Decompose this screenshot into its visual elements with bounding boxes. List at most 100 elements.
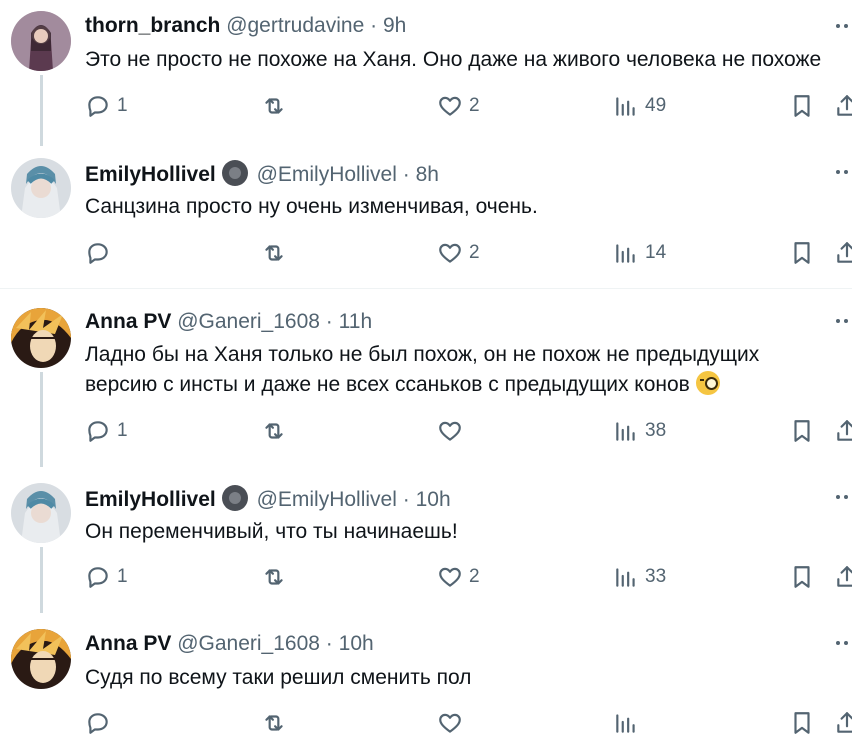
retweet-button[interactable] <box>261 710 287 736</box>
views-icon <box>616 97 635 116</box>
tweet[interactable]: thorn_branch @gertrudavine · 9h Это не п… <box>0 0 852 146</box>
timestamp[interactable]: 11h <box>339 310 372 333</box>
views-count: 38 <box>645 420 667 441</box>
share-button[interactable] <box>834 564 852 590</box>
views-icon <box>616 568 635 587</box>
reply-count: 1 <box>117 95 128 116</box>
tweet[interactable]: Anna PV @Ganeri_1608 · 10h Судя по всему… <box>0 613 852 734</box>
separator: · <box>325 632 333 655</box>
more-icon[interactable] <box>836 319 852 327</box>
verified-badge-icon <box>221 160 248 186</box>
like-button[interactable] <box>437 710 463 736</box>
like-icon <box>439 96 461 116</box>
reply-button[interactable]: 1 <box>85 418 128 444</box>
more-icon[interactable] <box>836 641 852 649</box>
like-button[interactable]: 2 <box>437 93 480 119</box>
retweet-button[interactable] <box>261 418 293 444</box>
separator: · <box>325 310 333 333</box>
reply-button[interactable] <box>85 240 117 266</box>
avatar-image <box>11 11 71 71</box>
retweet-icon <box>265 98 283 114</box>
views-count: 49 <box>645 95 667 116</box>
timestamp[interactable]: 8h <box>416 163 439 186</box>
like-button[interactable]: 2 <box>437 240 480 266</box>
timestamp[interactable]: 10h <box>339 632 374 655</box>
action-bar: 1 38 <box>0 418 852 448</box>
views-button[interactable]: 33 <box>613 564 666 590</box>
display-name[interactable]: Anna PV <box>85 632 171 655</box>
bookmark-button[interactable] <box>789 240 815 266</box>
avatar-image <box>11 483 71 543</box>
share-button[interactable] <box>834 710 852 736</box>
user-handle[interactable]: @Ganeri_1608 <box>177 632 320 655</box>
retweet-button[interactable] <box>261 564 293 590</box>
reply-button[interactable]: 1 <box>85 93 128 119</box>
tweet-text-line: версию с инсты и даже не всех ссаньков с… <box>85 373 690 396</box>
views-button[interactable]: 38 <box>613 418 666 444</box>
views-icon <box>616 714 635 733</box>
bookmark-icon <box>794 95 810 117</box>
share-icon <box>837 712 852 733</box>
bookmark-icon <box>794 420 810 442</box>
tweet-text: Это не просто не похоже на Ханя. Оно даж… <box>85 45 821 75</box>
reply-count: 1 <box>117 566 128 587</box>
user-handle[interactable]: @EmilyHollivel <box>257 488 397 511</box>
views-button[interactable] <box>613 710 639 736</box>
avatar[interactable] <box>11 308 71 368</box>
reply-button[interactable] <box>85 710 111 736</box>
views-count: 33 <box>645 566 667 587</box>
tweet-header: EmilyHollivel @EmilyHollivel · 10h <box>85 485 451 513</box>
reply-icon <box>88 243 108 264</box>
share-button[interactable] <box>834 418 852 444</box>
action-bar: 1 2 33 <box>0 564 852 594</box>
avatar[interactable] <box>11 11 71 71</box>
tweet[interactable]: Anna PV @Ganeri_1608 · 11h Ладно бы на Х… <box>0 289 852 467</box>
avatar[interactable] <box>11 629 71 689</box>
like-button[interactable]: 2 <box>437 564 480 590</box>
tweet[interactable]: EmilyHollivel @EmilyHollivel · 8h Санцзи… <box>0 146 852 288</box>
share-button[interactable] <box>834 240 852 266</box>
display-name[interactable]: EmilyHollivel <box>85 163 216 186</box>
retweet-button[interactable] <box>261 93 293 119</box>
bookmark-button[interactable] <box>789 93 815 119</box>
bookmark-button[interactable] <box>789 564 815 590</box>
share-button[interactable] <box>834 93 852 119</box>
display-name[interactable]: EmilyHollivel <box>85 488 216 511</box>
user-handle[interactable]: @gertrudavine <box>226 14 364 37</box>
user-handle[interactable]: @EmilyHollivel <box>257 163 397 186</box>
more-icon[interactable] <box>836 495 852 503</box>
retweet-button[interactable] <box>261 240 293 266</box>
avatar[interactable] <box>11 158 71 218</box>
verified-badge-icon <box>221 485 248 511</box>
views-count: 14 <box>645 242 667 263</box>
reply-icon <box>88 421 108 442</box>
reply-icon <box>88 96 108 117</box>
tweet[interactable]: EmilyHollivel @EmilyHollivel · 10h Он пе… <box>0 467 852 613</box>
avatar-image <box>11 629 71 689</box>
display-name[interactable]: Anna PV <box>85 310 171 333</box>
views-button[interactable]: 49 <box>613 93 666 119</box>
reply-button[interactable]: 1 <box>85 564 128 590</box>
more-icon[interactable] <box>836 170 852 178</box>
share-icon <box>837 566 852 587</box>
tweet-text: Судя по всему таки решил сменить пол <box>85 663 471 693</box>
like-button[interactable] <box>437 418 469 444</box>
avatar-image <box>11 158 71 218</box>
bookmark-icon <box>794 566 810 588</box>
user-handle[interactable]: @Ganeri_1608 <box>177 310 320 333</box>
display-name[interactable]: thorn_branch <box>85 14 220 37</box>
separator: · <box>370 14 378 37</box>
more-icon[interactable] <box>836 24 852 32</box>
bookmark-button[interactable] <box>789 418 815 444</box>
avatar[interactable] <box>11 483 71 543</box>
action-bar <box>0 710 852 740</box>
tweet-header: thorn_branch @gertrudavine · 9h <box>85 13 406 39</box>
like-count: 2 <box>469 566 480 587</box>
timestamp[interactable]: 10h <box>416 488 451 511</box>
tweet-text-line: Санцзина просто ну очень изменчивая, оче… <box>85 195 538 218</box>
views-button[interactable]: 14 <box>613 240 666 266</box>
timestamp[interactable]: 9h <box>383 14 406 37</box>
bookmark-button[interactable] <box>789 710 815 736</box>
bookmark-icon <box>794 712 810 734</box>
avatar-image <box>11 308 71 368</box>
